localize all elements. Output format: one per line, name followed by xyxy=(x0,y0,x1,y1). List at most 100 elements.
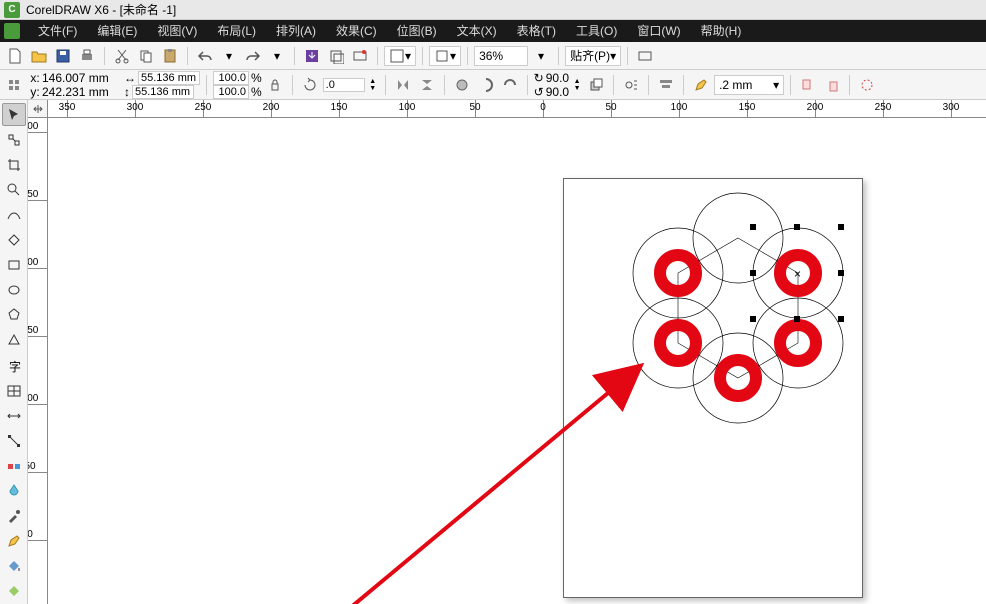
width-input[interactable] xyxy=(138,71,200,85)
print-button[interactable] xyxy=(76,45,98,67)
redo-dropdown[interactable]: ▾ xyxy=(266,45,288,67)
interactive-fill-tool[interactable] xyxy=(2,580,26,603)
ruler-h-label: 200 xyxy=(263,102,280,113)
shape-tool[interactable] xyxy=(2,128,26,151)
to-front-button[interactable] xyxy=(585,74,607,96)
publish-button[interactable] xyxy=(349,45,371,67)
scale-x-input[interactable] xyxy=(213,71,249,85)
app-logo-icon xyxy=(4,23,20,39)
zoom-input[interactable] xyxy=(474,46,528,66)
snap-label: 贴齐(P) xyxy=(570,47,610,64)
x-value[interactable]: 146.007 mm xyxy=(42,71,114,85)
paste-button[interactable] xyxy=(159,45,181,67)
outline-pen-icon xyxy=(690,74,712,96)
outline-width-select[interactable]: .2 mm▾ xyxy=(714,75,784,95)
simplify-button[interactable] xyxy=(499,74,521,96)
fill-tool[interactable] xyxy=(2,555,26,578)
ruler-h-label: 300 xyxy=(127,102,144,113)
title-bar: C CorelDRAW X6 - [未命名 -1] xyxy=(0,0,986,20)
rectangle-tool[interactable] xyxy=(2,254,26,277)
ruler-v-label: 200 xyxy=(28,257,38,268)
vertical-ruler[interactable]: 300250200150100500 xyxy=(28,118,48,604)
rotation-spinner[interactable]: ▲▼ xyxy=(367,74,379,96)
wrap-text-button[interactable] xyxy=(620,74,642,96)
zoom-dropdown[interactable]: ▾ xyxy=(530,45,552,67)
interactive-blend-tool[interactable] xyxy=(2,454,26,477)
connector-tool[interactable] xyxy=(2,429,26,452)
width-icon: ↔ xyxy=(124,71,136,85)
undo-button[interactable] xyxy=(194,45,216,67)
menu-layout[interactable]: 布局(L) xyxy=(207,20,266,42)
transparency-tool[interactable] xyxy=(2,479,26,502)
snap-selector[interactable]: 贴齐(P) ▾ xyxy=(565,46,621,66)
import-button[interactable] xyxy=(301,45,323,67)
app-selector[interactable]: ▾ xyxy=(384,46,416,66)
rotate-cw-icon[interactable]: ↻ xyxy=(534,71,544,85)
align-button[interactable] xyxy=(655,74,677,96)
zoom-tool[interactable] xyxy=(2,178,26,201)
front-minus-back-button[interactable] xyxy=(451,74,473,96)
menu-effects[interactable]: 效果(C) xyxy=(326,20,387,42)
rotate-spinner[interactable]: ▲▼ xyxy=(571,74,583,96)
table-tool[interactable] xyxy=(2,379,26,402)
scale-y-input[interactable] xyxy=(213,85,249,99)
freehand-tool[interactable] xyxy=(2,203,26,226)
ruler-h-label: 0 xyxy=(540,102,546,113)
eyedropper-tool[interactable] xyxy=(2,505,26,528)
menu-tools[interactable]: 工具(O) xyxy=(566,20,627,42)
menu-text[interactable]: 文本(X) xyxy=(447,20,507,42)
rotation-input[interactable] xyxy=(323,78,365,92)
redo-button[interactable] xyxy=(242,45,264,67)
height-icon: ↕ xyxy=(124,85,130,99)
polygon-tool[interactable] xyxy=(2,304,26,327)
crop-tool[interactable] xyxy=(2,153,26,176)
menu-arrange[interactable]: 排列(A) xyxy=(266,20,326,42)
launch-selector[interactable]: ▾ xyxy=(429,46,461,66)
open-button[interactable] xyxy=(28,45,50,67)
menu-bitmap[interactable]: 位图(B) xyxy=(387,20,447,42)
ruler-v-label: 150 xyxy=(28,325,38,336)
cut-button[interactable] xyxy=(111,45,133,67)
save-button[interactable] xyxy=(52,45,74,67)
menu-view[interactable]: 视图(V) xyxy=(147,20,207,42)
menu-edit[interactable]: 编辑(E) xyxy=(87,20,147,42)
text-tool[interactable]: 字 xyxy=(2,354,26,377)
y-label: y: xyxy=(28,85,42,99)
ruler-h-label: 250 xyxy=(875,102,892,113)
mirror-v-button[interactable] xyxy=(416,74,438,96)
canvas-area[interactable]: × xyxy=(48,118,986,604)
lock-ratio-button[interactable] xyxy=(264,74,286,96)
menu-bar: 文件(F) 编辑(E) 视图(V) 布局(L) 排列(A) 效果(C) 位图(B… xyxy=(0,20,986,42)
menu-file[interactable]: 文件(F) xyxy=(28,20,87,42)
y-value[interactable]: 242.231 mm xyxy=(42,85,114,99)
convert-to-curves-button[interactable] xyxy=(856,74,878,96)
ruler-v-label: 50 xyxy=(28,461,36,472)
ruler-corner[interactable] xyxy=(28,100,48,118)
paste-properties-button[interactable] xyxy=(821,74,843,96)
basic-shapes-tool[interactable] xyxy=(2,329,26,352)
menu-window[interactable]: 窗口(W) xyxy=(627,20,690,42)
height-input[interactable] xyxy=(132,85,194,99)
copy-properties-button[interactable] xyxy=(797,74,819,96)
app-logo-icon: C xyxy=(4,2,20,18)
menu-help[interactable]: 帮助(H) xyxy=(691,20,752,42)
rotate-ccw-icon[interactable]: ↺ xyxy=(534,85,544,99)
undo-dropdown[interactable]: ▾ xyxy=(218,45,240,67)
x-label: x: xyxy=(28,71,42,85)
back-minus-front-button[interactable] xyxy=(475,74,497,96)
canvas[interactable]: 35030025020015010050050100150200250300 3… xyxy=(28,100,986,604)
outline-tool[interactable] xyxy=(2,530,26,553)
mirror-h-button[interactable] xyxy=(392,74,414,96)
export-button[interactable] xyxy=(325,45,347,67)
new-button[interactable] xyxy=(4,45,26,67)
dimension-tool[interactable] xyxy=(2,404,26,427)
smart-fill-tool[interactable] xyxy=(2,229,26,252)
position-icon xyxy=(4,74,26,96)
copy-button[interactable] xyxy=(135,45,157,67)
menu-table[interactable]: 表格(T) xyxy=(507,20,566,42)
horizontal-ruler[interactable]: 35030025020015010050050100150200250300 xyxy=(48,100,986,118)
scale-factor: % % xyxy=(213,71,262,99)
pick-tool[interactable] xyxy=(2,103,26,126)
options-button[interactable] xyxy=(634,45,656,67)
ellipse-tool[interactable] xyxy=(2,279,26,302)
